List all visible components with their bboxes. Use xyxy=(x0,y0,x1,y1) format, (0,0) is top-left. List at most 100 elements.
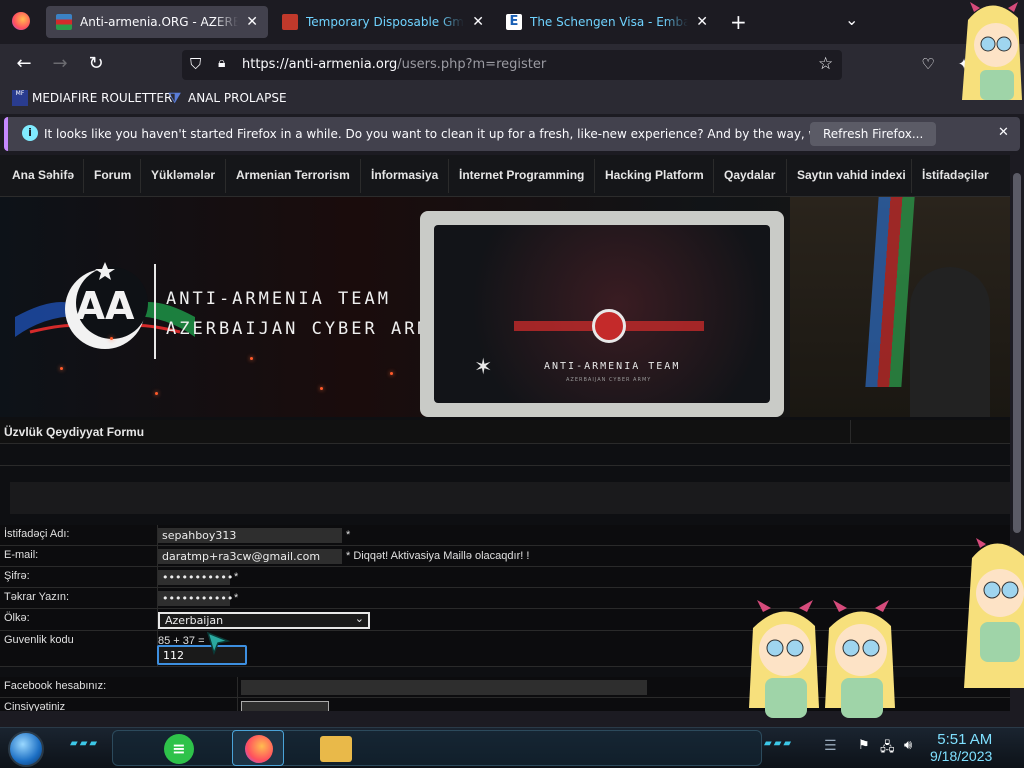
country-select[interactable]: Azerbaijan ⌄ xyxy=(158,612,370,629)
menu-divider xyxy=(594,159,595,193)
spark xyxy=(110,337,113,340)
forward-icon[interactable]: → xyxy=(48,52,72,76)
menu-home[interactable]: Ana Səhifə xyxy=(12,168,74,182)
menu-divider xyxy=(225,159,226,193)
navigation-toolbar: ← → ↻ ⛉ 🔒︎ https://anti-armenia.org/user… xyxy=(0,44,1024,84)
notes-app-icon[interactable]: ≡ xyxy=(164,734,194,764)
tab-list-chevron-icon[interactable]: ⌄ xyxy=(845,10,858,29)
taskbar-deco: ▰▰▰ xyxy=(764,738,794,749)
tab-schengen-visa[interactable]: E The Schengen Visa - Embassy.s ✕ xyxy=(496,6,718,38)
menu-armenian-terrorism[interactable]: Armenian Terrorism xyxy=(236,168,350,182)
password-repeat-label: Təkrar Yazın: xyxy=(4,591,70,603)
menu-information[interactable]: İnformasiya xyxy=(371,168,438,182)
username-input[interactable]: sepahboy313 xyxy=(158,528,342,543)
clock-date: 9/18/2023 xyxy=(930,748,993,764)
url-text: https://anti-armenia.org/users.php?m=reg… xyxy=(242,57,547,72)
form-info-box xyxy=(10,482,1010,514)
bookmark-anal-prolapse[interactable]: ⧩ ANAL PROLAPSE xyxy=(168,90,287,106)
close-icon[interactable]: ✕ xyxy=(998,125,1009,140)
captcha-label: Guvenlik kodu xyxy=(4,634,74,646)
email-input[interactable]: daratmp+ra3cw@gmail.com xyxy=(158,549,342,564)
refresh-firefox-button[interactable]: Refresh Firefox... xyxy=(810,122,937,146)
info-icon: i xyxy=(22,125,38,141)
username-label: İstifadəçi Adı: xyxy=(4,528,70,540)
column-divider xyxy=(237,698,238,711)
flag-icon[interactable]: ⚑ xyxy=(858,738,870,753)
banner-title: ANTI-ARMENIA TEAM xyxy=(166,289,391,309)
bookmark-label: ANAL PROLAPSE xyxy=(188,91,287,105)
mouse-cursor-icon xyxy=(206,631,231,655)
monitor-emblem xyxy=(592,309,626,343)
menu-site-index[interactable]: Saytın vahid indexi xyxy=(797,168,906,182)
leader-figure xyxy=(910,267,990,417)
firefox-menu-icon[interactable] xyxy=(12,12,30,30)
tab-temp-gmail[interactable]: Temporary Disposable Gmail | T ✕ xyxy=(272,6,494,38)
address-bar[interactable]: ⛉ 🔒︎ https://anti-armenia.org/users.php?… xyxy=(182,50,842,80)
spark xyxy=(320,387,323,390)
start-orb-icon[interactable] xyxy=(8,731,44,767)
title-divider xyxy=(850,420,851,444)
reload-icon[interactable]: ↻ xyxy=(84,52,108,76)
pocket-icon[interactable]: ♡ xyxy=(916,52,940,76)
network-icon[interactable]: 🖧︎ xyxy=(880,738,895,760)
shield-icon[interactable]: ⛉ xyxy=(190,55,201,73)
menu-downloads[interactable]: Yükləmələr xyxy=(151,168,215,182)
bookmark-mediafire[interactable]: MF MEDIAFIRE ROULETTER xyxy=(12,90,172,106)
bookmarks-toolbar: MF MEDIAFIRE ROULETTER ⧩ ANAL PROLAPSE xyxy=(0,84,1024,114)
menu-hacking-platform[interactable]: Hacking Platform xyxy=(605,168,704,182)
form-title-bar: Üzvlük Qeydiyyat Formu xyxy=(0,420,1010,444)
email-note: * Diqqət! Aktivasiya Maillə olacaqdır! ! xyxy=(346,550,530,562)
password-repeat-input[interactable]: ••••••••••• xyxy=(158,591,233,606)
close-icon[interactable]: ✕ xyxy=(696,14,708,30)
clock-time: 5:51 AM xyxy=(937,731,993,748)
site-menu: Ana Səhifə Forum Yükləmələr Armenian Ter… xyxy=(0,155,1010,197)
taskbar-deco: ▰▰▰ xyxy=(70,738,100,749)
facebook-input[interactable] xyxy=(241,680,647,695)
tab-title: Anti-armenia.ORG - AZERBAIJAN xyxy=(80,15,239,29)
taskbar: ▰▰▰ ≡ ▰▰▰ ☰ ⚑ 🖧︎ 🔊︎ 5:51 AM 9/18/2023 xyxy=(0,727,1024,768)
bookmark-chevron-icon: ⧩ xyxy=(168,89,182,107)
menu-internet-programming[interactable]: İnternet Programming xyxy=(459,168,584,182)
logo-divider xyxy=(154,264,156,359)
lock-icon[interactable]: 🔒︎ xyxy=(218,55,225,71)
menu-users[interactable]: İstifadəçilər xyxy=(922,168,989,182)
email-label: E-mail: xyxy=(4,549,39,561)
form-spacer xyxy=(0,444,1010,466)
cartoon-twins-sticker xyxy=(749,600,895,718)
tab-strip: Anti-armenia.ORG - AZERBAIJAN ✕ Temporar… xyxy=(0,0,1024,44)
chevron-down-icon: ⌄ xyxy=(354,612,364,625)
firefox-taskbar-icon[interactable] xyxy=(232,730,284,766)
tab-title: The Schengen Visa - Embassy.s xyxy=(530,15,689,29)
menu-divider xyxy=(448,159,449,193)
azerbaijan-flag-icon xyxy=(56,14,72,30)
menu-forum[interactable]: Forum xyxy=(94,168,131,182)
menu-divider xyxy=(911,159,912,193)
password-input[interactable]: ••••••••••• xyxy=(158,570,233,585)
system-clock[interactable]: 5:51 AM 9/18/2023 xyxy=(930,731,992,764)
tab-anti-armenia[interactable]: Anti-armenia.ORG - AZERBAIJAN ✕ xyxy=(46,6,268,38)
back-icon[interactable]: ← xyxy=(12,52,36,76)
show-desktop-icon[interactable]: ☰ xyxy=(824,738,837,754)
volume-icon[interactable]: 🔊︎ xyxy=(904,738,912,753)
gender-select[interactable] xyxy=(241,701,329,711)
country-label: Ölkə: xyxy=(4,612,30,624)
captcha-input-value: 112 xyxy=(163,649,184,662)
required-mark: * xyxy=(346,529,351,541)
email-row: E-mail: daratmp+ra3cw@gmail.com * Diqqət… xyxy=(0,546,1010,567)
close-icon[interactable]: ✕ xyxy=(472,14,484,30)
bookmark-star-icon[interactable]: ☆ xyxy=(818,54,833,74)
menu-rules[interactable]: Qaydalar xyxy=(724,168,775,182)
menu-divider xyxy=(713,159,714,193)
new-tab-icon[interactable]: + xyxy=(730,10,747,34)
captcha-input[interactable]: 112 xyxy=(157,645,247,665)
notification-bar: i It looks like you haven't started Fire… xyxy=(4,117,1020,151)
spark xyxy=(250,357,253,360)
required-mark: * xyxy=(234,571,239,583)
notification-message: It looks like you haven't started Firefo… xyxy=(44,127,900,141)
mail-icon xyxy=(282,14,298,30)
close-icon[interactable]: ✕ xyxy=(246,14,258,30)
spark xyxy=(155,392,158,395)
menu-divider xyxy=(786,159,787,193)
folder-icon[interactable] xyxy=(320,736,352,762)
scrollbar-thumb[interactable] xyxy=(1013,173,1021,533)
